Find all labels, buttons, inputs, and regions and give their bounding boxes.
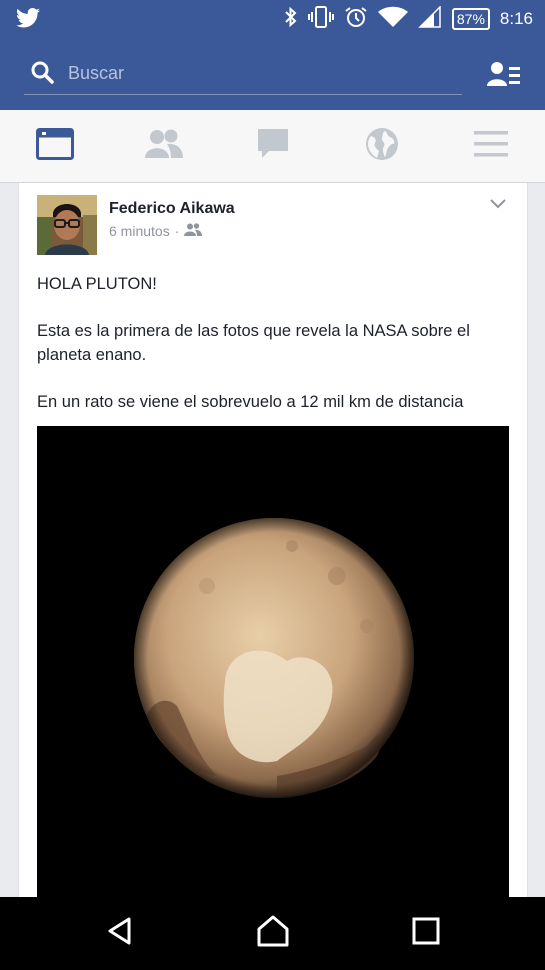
recents-icon[interactable]: [412, 917, 440, 950]
tab-messages[interactable]: [218, 110, 327, 182]
tab-notifications[interactable]: [327, 110, 436, 182]
news-feed[interactable]: Federico Aikawa 6 minutos · HOLA PLUTON!…: [0, 183, 545, 897]
tab-bar: [0, 110, 545, 183]
post-paragraph: En un rato se viene el sobrevuelo a 12 m…: [37, 392, 464, 411]
chevron-down-icon[interactable]: [489, 197, 507, 215]
post-text: HOLA PLUTON! Esta es la primera de las f…: [37, 273, 517, 414]
wifi-icon: [377, 6, 408, 33]
post-meta: 6 minutos ·: [109, 223, 203, 239]
messages-icon: [256, 128, 290, 165]
system-nav-bar: [0, 897, 545, 970]
vibrate-icon: [307, 5, 334, 33]
tab-news-feed[interactable]: [0, 110, 109, 182]
battery-icon: 87%: [451, 8, 490, 30]
search-input[interactable]: [66, 58, 450, 88]
post-author[interactable]: Federico Aikawa: [109, 200, 235, 218]
clock: 8:16: [499, 9, 533, 28]
friend-requests-icon: [144, 129, 183, 164]
bluetooth-icon: [284, 6, 298, 33]
avatar[interactable]: [37, 195, 97, 255]
post-paragraph: HOLA PLUTON!: [37, 275, 157, 293]
notifications-globe-icon: [365, 127, 399, 166]
twitter-icon: [16, 8, 40, 33]
tab-friend-requests[interactable]: [109, 110, 218, 182]
alarm-icon: [344, 6, 368, 33]
post-card: Federico Aikawa 6 minutos · HOLA PLUTON!…: [18, 183, 528, 897]
post-photo[interactable]: [37, 426, 509, 897]
contacts-icon[interactable]: [487, 60, 521, 93]
search-icon[interactable]: [30, 60, 54, 89]
back-icon[interactable]: [105, 916, 135, 951]
post-time[interactable]: 6 minutos: [109, 223, 170, 239]
battery-percent: 87%: [456, 11, 485, 27]
status-bar: 87% 8:16: [0, 0, 545, 38]
tab-more[interactable]: [436, 110, 545, 182]
home-icon[interactable]: [256, 915, 290, 952]
meta-separator: ·: [174, 223, 180, 239]
search-box[interactable]: [24, 54, 462, 95]
signal-icon: [418, 4, 442, 33]
more-menu-icon: [473, 130, 508, 163]
friends-audience-icon: [184, 223, 203, 239]
post-paragraph: Esta es la primera de las fotos que reve…: [37, 322, 470, 364]
search-bar: [0, 38, 545, 110]
news-feed-icon: [35, 127, 74, 165]
